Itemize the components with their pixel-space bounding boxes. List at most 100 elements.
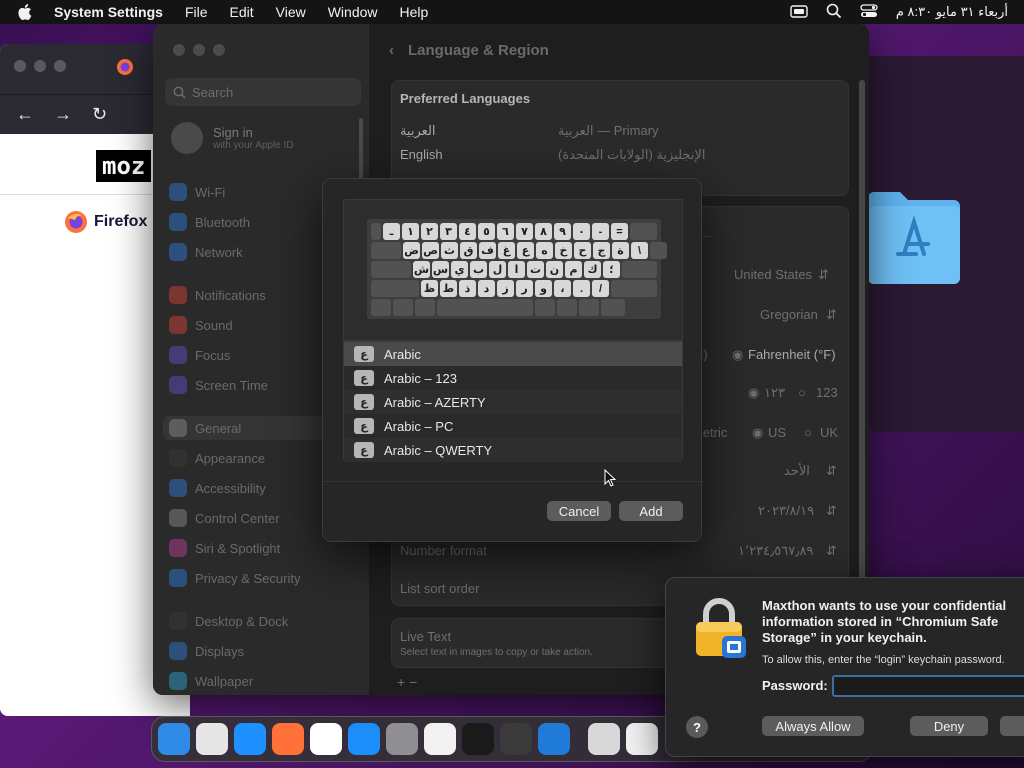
always-allow-button[interactable]: Always Allow bbox=[762, 716, 864, 736]
menu-view[interactable]: View bbox=[276, 4, 306, 20]
sidebar-item-desktop-dock[interactable]: Desktop & Dock bbox=[169, 609, 359, 633]
first-day-value[interactable]: الأحد bbox=[784, 463, 810, 479]
input-source-item[interactable]: ع Arabic – QWERTY bbox=[344, 438, 682, 462]
system-settings-icon[interactable] bbox=[386, 723, 418, 755]
mouse-cursor-icon bbox=[604, 468, 617, 487]
calendar-value[interactable]: Gregorian bbox=[760, 307, 818, 322]
menu-edit[interactable]: Edit bbox=[230, 4, 254, 20]
maxthon-icon[interactable] bbox=[588, 723, 620, 755]
vscode-icon[interactable] bbox=[538, 723, 570, 755]
sidebar-item-label: Focus bbox=[195, 347, 231, 363]
spotlight-search-icon[interactable] bbox=[826, 3, 842, 22]
input-source-item[interactable]: ع Arabic bbox=[344, 342, 682, 366]
sidebar-item-wallpaper[interactable]: Wallpaper bbox=[169, 669, 359, 693]
arabic-input-icon: ع bbox=[354, 370, 374, 386]
password-input[interactable] bbox=[832, 675, 1024, 697]
control-center-icon[interactable] bbox=[860, 3, 878, 21]
date-format-stepper-icon[interactable]: ⇵ bbox=[826, 503, 837, 519]
app-menu[interactable]: System Settings bbox=[54, 4, 163, 20]
apple-menu-icon[interactable] bbox=[18, 3, 38, 21]
cancel-button[interactable]: Cancel bbox=[547, 501, 611, 521]
freeform-icon[interactable] bbox=[626, 723, 658, 755]
keyboard-modifier-key bbox=[371, 242, 401, 259]
measurement-uk[interactable]: UK bbox=[820, 425, 838, 440]
app-store-icon[interactable] bbox=[348, 723, 380, 755]
allow-button[interactable] bbox=[1000, 716, 1024, 736]
input-source-item[interactable]: ع Arabic – 123 bbox=[344, 366, 682, 390]
apple-id-signin[interactable]: Sign in with your Apple ID bbox=[171, 122, 294, 154]
temperature-value[interactable]: Fahrenheit (°F) bbox=[748, 347, 836, 362]
radio-selected-icon[interactable]: ◉ bbox=[752, 425, 763, 441]
input-source-item[interactable]: ع Arabic – AZERTY bbox=[344, 390, 682, 414]
chrome-icon[interactable] bbox=[310, 723, 342, 755]
keyboard-key: غ bbox=[498, 242, 515, 259]
region-stepper-icon[interactable]: ⇵ bbox=[818, 267, 829, 283]
sidebar-item-displays[interactable]: Displays bbox=[169, 639, 359, 663]
menu-help[interactable]: Help bbox=[400, 4, 429, 20]
garageband-icon[interactable] bbox=[500, 723, 532, 755]
close-button[interactable] bbox=[173, 44, 185, 56]
stage-manager-icon[interactable] bbox=[790, 4, 808, 21]
keyboard-key: ج bbox=[593, 242, 610, 259]
date-format-value[interactable]: ٢٠٢٣/٨/١٩ bbox=[758, 503, 814, 519]
launchpad-icon[interactable] bbox=[196, 723, 228, 755]
mozilla-logo[interactable]: moz bbox=[96, 150, 152, 182]
sidebar-item-privacy-security[interactable]: Privacy & Security bbox=[169, 566, 359, 590]
sidebar-item-icon bbox=[169, 376, 187, 394]
numbering-latin[interactable]: 123 bbox=[816, 385, 838, 400]
reload-icon[interactable]: ↻ bbox=[92, 104, 107, 125]
keyboard-key: ف bbox=[479, 242, 496, 259]
menubar-clock[interactable]: أربعاء ٣١ مايو ٨:٣٠ م bbox=[896, 4, 1008, 20]
radio-selected-icon[interactable]: ◉ bbox=[732, 347, 743, 363]
terminal-icon[interactable] bbox=[462, 723, 494, 755]
zoom-button[interactable] bbox=[213, 44, 225, 56]
keyboard-key: ٧ bbox=[516, 223, 533, 240]
keyboard-key: و bbox=[535, 280, 552, 297]
close-button[interactable] bbox=[14, 60, 26, 72]
add-button[interactable]: Add bbox=[619, 501, 683, 521]
search-icon bbox=[173, 86, 186, 99]
keyboard-key: د bbox=[478, 280, 495, 297]
first-day-stepper-icon[interactable]: ⇵ bbox=[826, 463, 837, 479]
language-row-name[interactable]: العربية bbox=[400, 123, 436, 139]
keyboard-modifier-key bbox=[622, 261, 657, 278]
input-source-item[interactable]: ع Arabic – PC bbox=[344, 414, 682, 438]
arabic-input-icon: ع bbox=[354, 394, 374, 410]
radio-selected-icon[interactable]: ◉ bbox=[748, 385, 759, 401]
region-value[interactable]: United States bbox=[734, 267, 812, 282]
number-format-value[interactable]: ١٬٢٣٤٫٥٦٧٫٨٩ bbox=[738, 543, 813, 559]
add-language-icon[interactable]: + − bbox=[397, 674, 417, 690]
search-input[interactable]: Search bbox=[165, 78, 361, 106]
password-label: Password: bbox=[762, 678, 828, 693]
input-source-label: Arabic bbox=[384, 346, 421, 362]
content-scrollbar[interactable] bbox=[859, 80, 865, 650]
firefox-brand[interactable]: Firefox bbox=[64, 210, 147, 234]
finder-icon[interactable] bbox=[158, 723, 190, 755]
numbering-arabic[interactable]: ١٢٣ bbox=[764, 385, 785, 401]
back-arrow-icon[interactable]: ← bbox=[16, 104, 34, 125]
language-row-name[interactable]: English bbox=[400, 147, 443, 162]
measurement-us[interactable]: US bbox=[768, 425, 786, 440]
firefox-tab-icon[interactable] bbox=[116, 58, 134, 81]
keyboard-key: ق bbox=[460, 242, 477, 259]
firefox-icon[interactable] bbox=[272, 723, 304, 755]
forward-arrow-icon[interactable]: → bbox=[54, 104, 72, 125]
zoom-button[interactable] bbox=[54, 60, 66, 72]
deny-button[interactable]: Deny bbox=[910, 716, 988, 736]
arabic-input-icon: ع bbox=[354, 418, 374, 434]
scrollbar-thumb[interactable] bbox=[859, 80, 865, 610]
menu-window[interactable]: Window bbox=[328, 4, 378, 20]
radio-icon[interactable]: ○ bbox=[798, 385, 806, 400]
radio-icon[interactable]: ○ bbox=[804, 425, 812, 440]
number-format-stepper-icon[interactable]: ⇵ bbox=[826, 543, 837, 559]
minimize-button[interactable] bbox=[193, 44, 205, 56]
minimize-button[interactable] bbox=[34, 60, 46, 72]
calendar-stepper-icon[interactable]: ⇵ bbox=[826, 307, 837, 323]
textedit-icon[interactable] bbox=[424, 723, 456, 755]
applications-folder-icon[interactable] bbox=[868, 182, 960, 286]
safari-icon[interactable] bbox=[234, 723, 266, 755]
back-chevron-icon[interactable]: ‹ bbox=[389, 42, 394, 59]
help-button[interactable]: ? bbox=[686, 716, 708, 738]
keyboard-modifier-key bbox=[371, 261, 411, 278]
menu-file[interactable]: File bbox=[185, 4, 208, 20]
